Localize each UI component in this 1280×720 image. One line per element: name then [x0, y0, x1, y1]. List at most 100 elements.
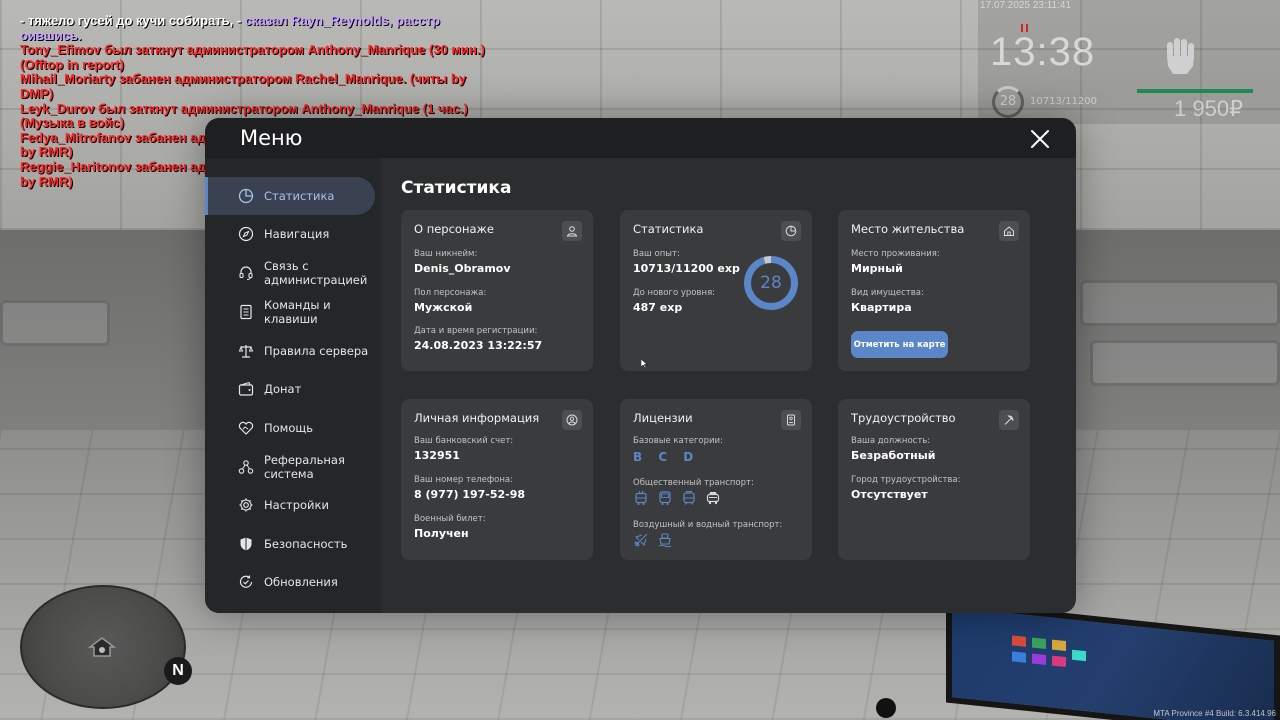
phone-label: Ваш номер телефона:: [414, 475, 513, 485]
military-value: Получен: [414, 527, 469, 540]
registration-label: Дата и время регистрации:: [414, 326, 538, 336]
position-label: Ваша должность:: [851, 436, 931, 446]
mark-on-map-button[interactable]: Отметить на карте: [851, 331, 948, 358]
nav-item-label: Навигация: [264, 227, 330, 241]
menu-header: [205, 118, 1076, 158]
user-circle-icon: [562, 410, 582, 430]
nav-item-navigation[interactable]: Навигация: [205, 215, 375, 253]
nav-item-statistics[interactable]: Статистика: [205, 177, 375, 215]
scene-bench: [1080, 280, 1280, 326]
work-city-value: Отсутствует: [851, 488, 928, 501]
card-title: Трудоустройство: [851, 411, 956, 425]
chat-segment: сказал Rayn_Reynolds, расстр: [244, 13, 440, 28]
chat-segment: (Музыка в войс): [20, 115, 125, 131]
user-icon: [562, 221, 582, 241]
chat-line: (Offtop in report): [20, 56, 490, 73]
property-value: Квартира: [851, 301, 912, 314]
airplane-icon: [633, 532, 649, 548]
chat-line: DMP): [20, 86, 490, 102]
base-categories-value: B C D: [633, 450, 700, 464]
chat-segment: Tony_Efimov был заткнут администратором …: [20, 42, 485, 58]
card-employment: Трудоустройство Ваша должность: Безработ…: [838, 399, 1030, 560]
scales-icon: [238, 343, 254, 359]
chat-segment: оившись.: [20, 27, 82, 43]
network-icon: [238, 459, 254, 475]
nav-item-referral[interactable]: Реферальная система: [205, 448, 375, 486]
position-value: Безработный: [851, 449, 936, 462]
air-water-icons: [633, 532, 673, 548]
document-icon: [238, 304, 254, 320]
scene-bench: [0, 300, 110, 346]
chat-line: - тяжело гусей до кучи собирать, - сказа…: [20, 13, 490, 29]
fist-icon: [1163, 34, 1197, 76]
level-progress-ring: 28: [744, 256, 798, 310]
nav-item-contact-admin[interactable]: Связь с администрацией: [205, 254, 375, 292]
bus-icon: [657, 490, 673, 506]
base-categories-label: Базовые категории:: [633, 436, 723, 446]
refresh-check-icon: [238, 574, 254, 590]
phone-value: 8 (977) 197-52-98: [414, 488, 526, 501]
card-statistics: Статистика Ваш опыт: 10713/11200 exp До …: [620, 210, 812, 371]
hud-money: 1 950₽: [1174, 96, 1244, 121]
card-residence: Место жительства Место проживания: Мирны…: [838, 210, 1030, 371]
hud-time: 13:38: [990, 30, 1096, 74]
compass-icon: [238, 226, 254, 242]
public-transport-label: Общественный транспорт:: [633, 478, 754, 488]
chat-line: Mihail_Moriarty забанен администратором …: [20, 72, 490, 87]
card-title: Статистика: [633, 222, 704, 236]
nickname-label: Ваш никнейм:: [414, 249, 478, 259]
card-title: Место жительства: [851, 222, 965, 236]
pickaxe-icon: [999, 410, 1019, 430]
chat-segment: Mihail_Moriarty забанен администратором …: [20, 71, 467, 87]
place-label: Место проживания:: [851, 249, 940, 259]
place-value: Мирный: [851, 262, 903, 275]
public-transport-icons: [633, 490, 721, 506]
north-indicator: N: [164, 657, 192, 685]
nav-item-updates[interactable]: Обновления: [205, 563, 375, 601]
hud-date: 17.07.2025 23:11:41: [980, 0, 1072, 11]
registration-value: 24.08.2023 13:22:57: [414, 339, 543, 352]
nav-item-commands[interactable]: Команды и клавиши: [205, 293, 375, 331]
nav-item-label: Донат: [264, 382, 302, 396]
chat-segment: by RMR): [20, 144, 73, 160]
trolleybus-icon: [633, 490, 649, 506]
card-title: О персонаже: [414, 222, 494, 236]
chat-segment: (Offtop in report): [20, 56, 124, 72]
menu-sidebar: Статистика Навигация Связь с администрац…: [205, 158, 381, 613]
chat-line: Leyk_Durov был заткнут администратором A…: [20, 101, 490, 117]
taxi-icon: [705, 490, 721, 506]
close-button[interactable]: [1029, 128, 1051, 150]
card-licenses: Лицензии Базовые категории: B C D Общест…: [620, 399, 812, 560]
next-level-value: 487 exp: [633, 301, 683, 314]
nav-item-settings[interactable]: Настройки: [205, 486, 375, 524]
work-city-label: Город трудоустройства:: [851, 475, 961, 485]
exp-value: 10713/11200 exp: [633, 262, 740, 275]
house-marker-icon: [87, 636, 117, 658]
hud-level: 28: [992, 86, 1024, 118]
pie-chart-icon: [238, 188, 254, 204]
wallet-icon: [238, 381, 254, 397]
card-personal-info: Личная информация Ваш банковский счет: 1…: [401, 399, 593, 560]
card-title: Личная информация: [414, 411, 540, 425]
menu-title: Меню: [240, 126, 303, 150]
content-title: Статистика: [401, 178, 512, 198]
badge-icon: [781, 410, 801, 430]
nav-item-donate[interactable]: Донат: [205, 370, 375, 408]
gear-icon: [238, 497, 254, 513]
server-watermark: MTA Province #4 Build: 6.3.414.96: [1153, 709, 1276, 718]
tram-icon: [681, 490, 697, 506]
pie-chart-icon: [781, 221, 801, 241]
bank-value: 132951: [414, 449, 460, 462]
property-label: Вид имущества:: [851, 288, 924, 298]
nav-item-label: Помощь: [264, 421, 314, 435]
nav-item-security[interactable]: Безопасность: [205, 525, 375, 563]
nav-item-help[interactable]: Помощь: [205, 409, 375, 447]
gender-value: Мужской: [414, 301, 473, 314]
health-bar: [1137, 89, 1253, 93]
air-water-label: Воздушный и водный транспорт:: [633, 520, 783, 530]
nav-item-rules[interactable]: Правила сервера: [205, 332, 375, 370]
nav-item-label: Обновления: [264, 575, 338, 589]
hud-exp: 10713/11200: [1030, 96, 1097, 107]
card-character: О персонаже Ваш никнейм: Denis_Obramov П…: [401, 210, 593, 371]
shield-icon: [238, 536, 254, 552]
